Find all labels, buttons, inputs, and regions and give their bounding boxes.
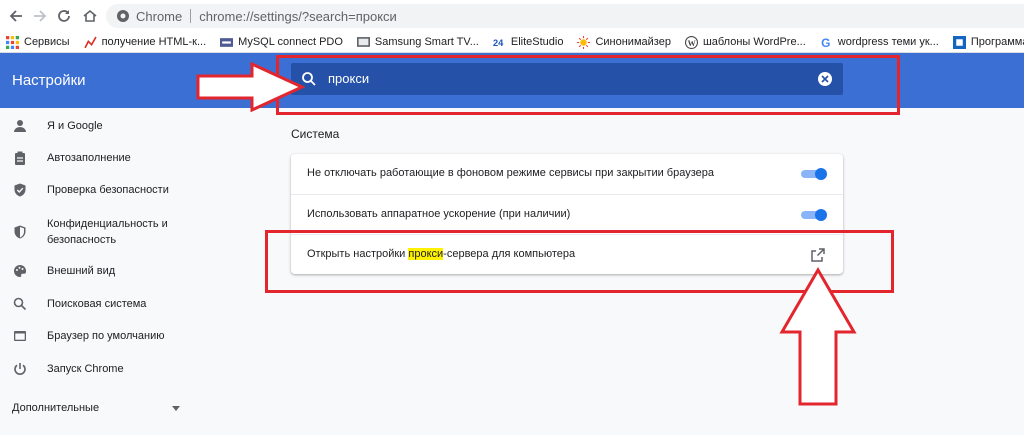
bookmark-label: EliteStudio — [510, 36, 564, 48]
sidebar-item-search-engine[interactable]: Поисковая система — [0, 296, 196, 312]
bookmark-item[interactable]: Синонимайзер — [577, 35, 671, 49]
bookmark-label: шаблоны WordPre... — [702, 36, 806, 48]
section-title-system: Система — [291, 127, 340, 141]
svg-text:24: 24 — [493, 38, 504, 48]
bookmark-label: Программа ArCon... — [970, 36, 1024, 48]
row-label: Использовать аппаратное ускорение (при н… — [307, 208, 571, 220]
bookmark-item[interactable]: получение HTML-к... — [83, 36, 207, 49]
annotation-arrow-right-icon — [196, 62, 306, 112]
bookmark-label: получение HTML-к... — [101, 36, 207, 48]
arrow-right-icon — [34, 10, 47, 22]
annotation-search-box-highlight — [276, 55, 900, 115]
bookmarks-bar: Сервисы получение HTML-к... MySQL connec… — [0, 32, 1024, 53]
number-24-icon: 24 — [493, 38, 504, 48]
arrow-left-icon — [9, 10, 22, 22]
annotation-arrow-up-icon — [779, 267, 857, 406]
bookmark-item[interactable]: Программа ArCon... — [952, 35, 1024, 49]
sidebar-advanced[interactable]: Дополнительные — [12, 402, 99, 414]
svg-text:W: W — [688, 38, 696, 47]
toggle-knob — [815, 209, 827, 221]
google-g-icon: G — [821, 36, 830, 49]
sidebar-item-you-and-google[interactable]: Я и Google — [0, 118, 196, 134]
address-bar[interactable]: Chrome chrome://settings/?search=прокси — [106, 4, 1024, 28]
home-icon — [83, 9, 97, 22]
bookmark-label: Сервисы — [24, 36, 70, 48]
bookmark-item[interactable]: MySQL connect PDO — [220, 36, 343, 49]
row-background-apps[interactable]: Не отключать работающие в фоновом режиме… — [291, 154, 843, 194]
person-icon — [12, 118, 28, 134]
reload-icon — [58, 10, 70, 22]
omnibox-divider — [190, 9, 192, 23]
browser-toolbar: Chrome chrome://settings/?search=прокси — [0, 0, 1024, 32]
sidebar-item-privacy[interactable]: Конфиденциальность и безопасность — [0, 216, 196, 248]
php-icon — [220, 37, 234, 47]
hardware-acceleration-toggle[interactable] — [801, 209, 827, 221]
search-icon — [12, 296, 28, 312]
sidebar-item-safety-check[interactable]: Проверка безопасности — [0, 182, 196, 198]
sidebar-item-autofill[interactable]: Автозаполнение — [0, 150, 196, 166]
bookmark-item[interactable]: G wordpress теми ук... — [820, 36, 939, 49]
sidebar-item-label: Проверка безопасности — [47, 184, 169, 196]
row-hardware-acceleration[interactable]: Использовать аппаратное ускорение (при н… — [291, 194, 843, 235]
sidebar-item-default-browser[interactable]: Браузер по умолчанию — [0, 328, 196, 344]
bookmark-item[interactable]: 24 EliteStudio — [493, 36, 564, 49]
chart-line-icon — [83, 36, 97, 48]
sidebar-item-label: Конфиденциальность и безопасность — [47, 218, 168, 246]
bookmark-label: Синонимайзер — [595, 36, 671, 48]
bookmark-item[interactable]: Samsung Smart TV... — [356, 36, 479, 49]
sidebar-item-appearance[interactable]: Внешний вид — [0, 263, 196, 279]
url-text[interactable]: chrome://settings/?search=прокси — [199, 9, 397, 24]
browser-window-icon — [12, 328, 28, 344]
shield-check-icon — [12, 182, 28, 198]
bookmark-services[interactable]: Сервисы — [6, 35, 70, 49]
shield-icon — [12, 224, 28, 240]
page-title: Настройки — [12, 72, 86, 89]
sidebar-item-label: Внешний вид — [47, 265, 116, 277]
toggle-knob — [815, 168, 827, 180]
wordpress-icon: W — [684, 35, 698, 49]
sun-icon — [577, 35, 591, 49]
settings-sidebar: Я и Google Автозаполнение Проверка безоп… — [0, 108, 196, 435]
blue-square-icon — [952, 35, 966, 49]
sidebar-item-label: Браузер по умолчанию — [47, 330, 165, 342]
bookmark-label: Samsung Smart TV... — [374, 36, 479, 48]
palette-icon — [12, 263, 28, 279]
chevron-down-icon[interactable] — [172, 406, 180, 411]
bookmark-label: wordpress теми ук... — [837, 36, 939, 48]
bookmark-item[interactable]: W шаблоны WordPre... — [684, 35, 806, 49]
sidebar-item-on-startup[interactable]: Запуск Chrome — [0, 361, 196, 377]
power-icon — [12, 361, 28, 377]
back-button[interactable] — [6, 6, 26, 26]
tv-icon — [356, 36, 370, 47]
site-label: Chrome — [136, 8, 183, 24]
svg-text:G: G — [821, 36, 830, 49]
clipboard-icon — [12, 150, 28, 166]
sidebar-item-label: Поисковая система — [47, 298, 147, 310]
sidebar-item-label: Я и Google — [47, 120, 103, 132]
forward-button[interactable] — [30, 6, 50, 26]
chrome-site-icon — [117, 10, 129, 22]
sidebar-item-label: Автозаполнение — [47, 152, 131, 164]
sidebar-item-label: Запуск Chrome — [47, 363, 124, 375]
bookmark-label: MySQL connect PDO — [238, 36, 343, 48]
background-apps-toggle[interactable] — [801, 168, 827, 180]
home-button[interactable] — [80, 6, 100, 26]
row-label: Не отключать работающие в фоновом режиме… — [307, 167, 714, 179]
reload-button[interactable] — [54, 6, 74, 26]
apps-grid-icon — [6, 35, 19, 49]
